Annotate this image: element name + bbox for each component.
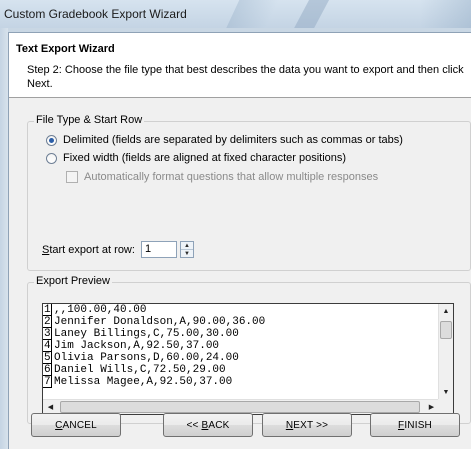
- spin-down-icon[interactable]: ▼: [181, 250, 193, 257]
- back-label: ACK: [208, 419, 230, 431]
- titlebar-decoration: [216, 0, 284, 28]
- auto-format-label: Automatically format questions that allo…: [84, 171, 379, 183]
- next-label: EXT >>: [293, 419, 329, 431]
- file-type-legend: File Type & Start Row: [34, 114, 145, 126]
- fixed-width-radio[interactable]: [46, 152, 57, 164]
- preview-lines: 1 ,,100.00,40.00 2 Jennifer Donaldson,A,90…: [43, 304, 439, 400]
- cancel-button[interactable]: C ANCEL: [31, 413, 121, 437]
- vertical-scroll-thumb[interactable]: [440, 321, 452, 339]
- back-mnemonic: B: [201, 419, 209, 431]
- scroll-up-icon[interactable]: ▲: [439, 304, 453, 319]
- wizard-title: Text Export Wizard: [16, 43, 115, 55]
- preview-line: 1 ,,100.00,40.00: [43, 304, 439, 316]
- start-row-control: Start export at row: 1 ▲ ▼: [42, 241, 194, 258]
- finish-label: INISH: [404, 419, 432, 431]
- vertical-scrollbar[interactable]: ▲ ▼: [438, 304, 453, 400]
- line-text: Olivia Parsons,D,60.00,24.00: [54, 352, 239, 364]
- preview-line: 7 Melissa Magee,A,92.50,37.00: [43, 376, 439, 388]
- export-preview-group: Export Preview 1 ,,100.00,40.00 2 Jennifer…: [27, 275, 471, 424]
- start-row-spinner[interactable]: ▲ ▼: [179, 241, 194, 258]
- line-text: Jim Jackson,A,92.50,37.00: [54, 340, 220, 352]
- line-number: 2: [43, 316, 52, 328]
- next-mnemonic: N: [285, 419, 294, 431]
- auto-format-checkbox: [66, 171, 78, 183]
- step-description: Step 2: Choose the file type that best d…: [27, 64, 464, 90]
- line-number: 4: [43, 340, 52, 352]
- line-number: 5: [43, 352, 52, 364]
- next-button[interactable]: N EXT >>: [262, 413, 352, 437]
- scroll-left-icon[interactable]: ◀: [43, 400, 58, 414]
- window-frame-edge: [0, 28, 8, 449]
- wizard-window: Custom Gradebook Export Wizard Text Expo…: [0, 0, 471, 449]
- cancel-label: ANCEL: [62, 419, 97, 431]
- line-text: Melissa Magee,A,92.50,37.00: [54, 376, 233, 388]
- back-button[interactable]: << B ACK: [163, 413, 253, 437]
- fixed-width-option[interactable]: Fixed width (fields are aligned at fixed…: [46, 152, 346, 164]
- finish-button[interactable]: F INISH: [370, 413, 460, 437]
- line-number: 7: [43, 376, 52, 388]
- spin-up-icon[interactable]: ▲: [180, 242, 193, 250]
- horizontal-scrollbar[interactable]: ◀ ▶: [43, 399, 439, 414]
- window-title: Custom Gradebook Export Wizard: [4, 7, 187, 21]
- preview-line: 3 Laney Billings,C,75.00,30.00: [43, 328, 439, 340]
- back-prefix: <<: [186, 419, 202, 431]
- preview-line: 6 Daniel Wills,C,72.50,29.00: [43, 364, 439, 376]
- line-text: Laney Billings,C,75.00,30.00: [54, 328, 239, 340]
- start-row-label: Start export at row:: [42, 244, 135, 256]
- delimited-option[interactable]: Delimited (fields are separated by delim…: [46, 134, 403, 146]
- start-row-input[interactable]: 1: [140, 241, 177, 258]
- title-bar[interactable]: Custom Gradebook Export Wizard: [0, 0, 471, 28]
- line-number: 1: [43, 304, 52, 316]
- line-number: 3: [43, 328, 52, 340]
- delimited-radio[interactable]: [46, 134, 57, 146]
- wizard-content: Text Export Wizard Step 2: Choose the fi…: [8, 32, 471, 449]
- delimited-label[interactable]: Delimited (fields are separated by delim…: [63, 134, 403, 146]
- line-text: Jennifer Donaldson,A,90.00,36.00: [54, 316, 266, 328]
- fixed-width-label[interactable]: Fixed width (fields are aligned at fixed…: [63, 152, 346, 164]
- preview-line: 4 Jim Jackson,A,92.50,37.00: [43, 340, 439, 352]
- titlebar-decoration: [286, 0, 334, 28]
- cancel-mnemonic: C: [55, 419, 63, 431]
- preview-line: 2 Jennifer Donaldson,A,90.00,36.00: [43, 316, 439, 328]
- export-preview-legend: Export Preview: [34, 275, 112, 287]
- auto-format-option: Automatically format questions that allo…: [66, 171, 378, 183]
- titlebar-decoration: [420, 0, 471, 28]
- line-number: 6: [43, 364, 52, 376]
- scrollbar-corner: [438, 399, 453, 414]
- preview-textbox[interactable]: 1 ,,100.00,40.00 2 Jennifer Donaldson,A,90…: [42, 303, 454, 415]
- scroll-right-icon[interactable]: ▶: [424, 400, 439, 414]
- preview-line: 5 Olivia Parsons,D,60.00,24.00: [43, 352, 439, 364]
- wizard-header: Text Export Wizard Step 2: Choose the fi…: [9, 33, 471, 98]
- file-type-group: File Type & Start Row Delimited (fields …: [27, 114, 471, 271]
- line-text: Daniel Wills,C,72.50,29.00: [54, 364, 226, 376]
- line-text: ,,100.00,40.00: [54, 304, 147, 316]
- start-row-label-text: tart export at row:: [49, 243, 135, 256]
- horizontal-scroll-thumb[interactable]: [60, 401, 420, 413]
- scroll-down-icon[interactable]: ▼: [439, 385, 453, 400]
